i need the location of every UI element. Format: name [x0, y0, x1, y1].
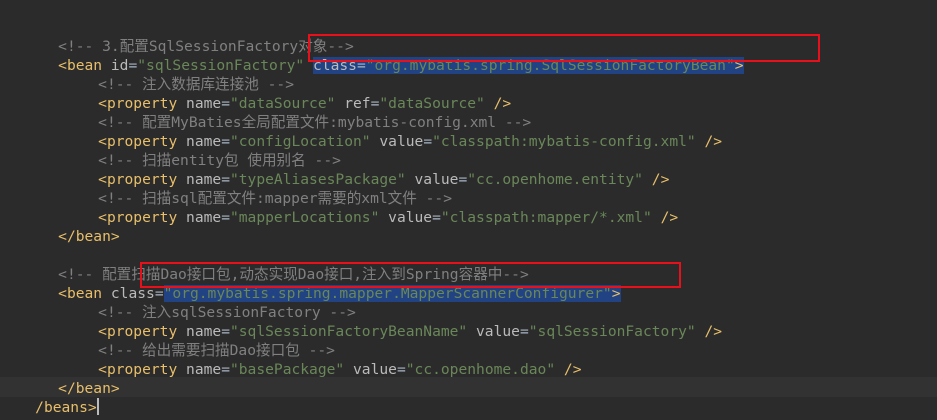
code-line-8: <property name="typeAliasesPackage" valu…: [98, 171, 670, 188]
code-line-19: </bean>: [23, 360, 120, 397]
text-cursor: [96, 398, 99, 415]
code-line-18: <property name="basePackage" value="cc.o…: [98, 361, 582, 378]
tag-close: />: [651, 171, 670, 188]
attr-value: "classpath:mapper/*.xml": [440, 209, 652, 226]
code-line-6: <property name="configLocation" value="c…: [98, 133, 723, 150]
tag-close: </bean>: [58, 228, 120, 245]
attr-value: "cc.openhome.dao": [405, 361, 556, 378]
code-editor[interactable]: <!-- 3.配置SqlSessionFactory对象--> <bean id…: [0, 0, 937, 420]
current-line-highlight: [0, 377, 937, 397]
attr-name: value: [388, 209, 433, 226]
attr-value: "basePackage": [229, 361, 345, 378]
tag-close: />: [563, 361, 582, 378]
code-line-7: <!-- 扫描entity包 使用别名 -->: [63, 132, 341, 169]
attr-name: name: [186, 209, 222, 226]
code-line-1: <!-- 3.配置SqlSessionFactory对象-->: [23, 18, 354, 55]
code-line-9: <!-- 扫描sql配置文件:mapper需要的xml文件 -->: [63, 170, 452, 207]
attr-name: name: [186, 361, 222, 378]
code-line-3: <!-- 注入数据库连接池 -->: [63, 56, 294, 93]
attr-value: "sqlSessionFactory": [528, 323, 696, 340]
highlight-box-mapperscanner-class: [140, 262, 681, 288]
highlight-box-sqlsessionfactory-class: [308, 34, 820, 62]
attr-name: value: [379, 133, 424, 150]
code-line-20: /beans>: [0, 379, 99, 416]
code-line-4: <property name="dataSource" ref="dataSou…: [98, 95, 512, 112]
attr-value: "cc.openhome.entity": [467, 171, 643, 188]
tag-close: />: [660, 209, 679, 226]
tag-close: />: [704, 133, 723, 150]
code-line-10: <property name="mapperLocations" value="…: [98, 209, 679, 226]
attr-value: "mapperLocations": [229, 209, 380, 226]
code-line-17: <!-- 给出需要扫描Dao接口包 -->: [63, 322, 335, 359]
attr-name: value: [353, 361, 397, 378]
tag-close: />: [704, 323, 723, 340]
code-line-5: <!-- 配置MyBaties全局配置文件:mybatis-config.xml…: [63, 94, 531, 131]
tag-close: /beans>: [35, 399, 97, 416]
code-line-11: </bean>: [23, 208, 120, 245]
code-line-16: <property name="sqlSessionFactoryBeanNam…: [98, 323, 723, 340]
attr-value: "classpath:mybatis-config.xml": [432, 133, 696, 150]
attr-name: value: [476, 323, 520, 340]
